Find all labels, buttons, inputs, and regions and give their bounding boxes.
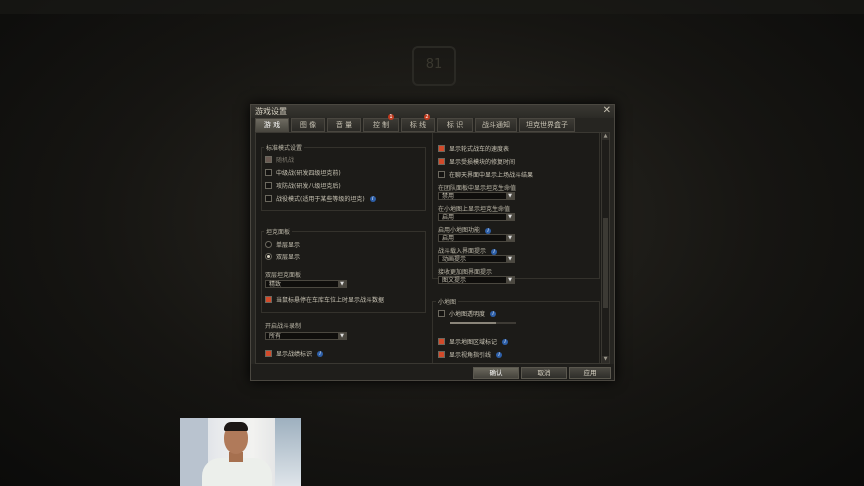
team-panel-hp-label: 在团队面板中显示坦克生命值 bbox=[438, 185, 517, 192]
minimap-hp-label: 在小地图上显示坦克生命值 bbox=[438, 206, 511, 213]
checkbox-chat-battle-result[interactable]: 在聊天界面中显示上场战斗结果 bbox=[438, 170, 533, 179]
std-mode-title: 标准模式设置 bbox=[264, 143, 305, 152]
battle-record-label: 开启战斗录制 bbox=[265, 323, 302, 330]
webcam-person-body bbox=[202, 458, 272, 486]
checkbox[interactable] bbox=[438, 338, 445, 345]
info-icon[interactable]: i bbox=[502, 338, 509, 345]
checkbox[interactable] bbox=[438, 171, 445, 178]
radio-single-panel[interactable]: 单层显示 bbox=[265, 240, 300, 249]
checkbox-map-zone-markers[interactable]: 显示地图区域标记 i bbox=[438, 337, 509, 346]
dialog-titlebar: 游戏设置 ✕ bbox=[251, 105, 614, 118]
chevron-down-icon: ▼ bbox=[506, 277, 514, 284]
checkbox[interactable] bbox=[265, 182, 272, 189]
webcam-shelf bbox=[275, 418, 301, 486]
minimap-opacity-slider[interactable] bbox=[450, 322, 516, 324]
loading-hint-select[interactable]: 动画提示 ▼ bbox=[438, 255, 515, 263]
scroll-up-icon[interactable]: ▲ bbox=[602, 133, 609, 140]
checkbox-mid-battle[interactable]: 中级战(研发四级坦克前) bbox=[265, 168, 341, 177]
checkbox-random-battle: 随机战 bbox=[265, 155, 294, 164]
tank-panel-title: 坦克面板 bbox=[264, 227, 293, 236]
minimap-title: 小地图 bbox=[436, 297, 459, 306]
checkbox-wheeled-speedometer[interactable]: 显示轮式战车的速度表 bbox=[438, 144, 509, 153]
bg-top-strip bbox=[0, 0, 864, 14]
checkbox[interactable] bbox=[438, 145, 445, 152]
tab-wot-box[interactable]: 坦克世界盒子 bbox=[519, 118, 575, 132]
double-panel-select[interactable]: 精致 ▼ bbox=[265, 280, 347, 288]
radio-double-panel[interactable]: 双层显示 bbox=[265, 252, 300, 261]
minimap-function-select[interactable]: 启用 ▼ bbox=[438, 234, 515, 242]
chevron-down-icon: ▼ bbox=[506, 193, 514, 200]
tab-battle-notifications[interactable]: 战斗通知 bbox=[475, 118, 517, 132]
bg-emblem: 81 bbox=[412, 46, 456, 86]
tab-controls[interactable]: 控 制1 bbox=[363, 114, 399, 132]
dialog-title: 游戏设置 bbox=[255, 107, 287, 116]
team-panel-hp-select[interactable]: 禁用 ▼ bbox=[438, 192, 515, 200]
info-icon[interactable]: i bbox=[490, 310, 497, 317]
tab-sound[interactable]: 音 量 bbox=[327, 118, 361, 132]
checkbox[interactable] bbox=[265, 350, 272, 357]
checkbox[interactable] bbox=[438, 158, 445, 165]
checkbox-battle-marks[interactable]: 显示战绩标识 i bbox=[265, 349, 324, 358]
battle-record-select[interactable]: 所有 ▼ bbox=[265, 332, 347, 340]
chevron-down-icon: ▼ bbox=[506, 235, 514, 242]
checkbox[interactable] bbox=[265, 169, 272, 176]
chevron-down-icon: ▼ bbox=[506, 256, 514, 263]
tab-graphics[interactable]: 图 像 bbox=[291, 118, 325, 132]
checkbox-repair-time[interactable]: 显示受损模块的修复时间 bbox=[438, 157, 515, 166]
info-icon[interactable]: i bbox=[496, 351, 503, 358]
minimap-hp-select[interactable]: 启用 ▼ bbox=[438, 213, 515, 221]
minimap-opacity-fill bbox=[450, 322, 497, 324]
webcam-person-hair bbox=[224, 422, 248, 431]
tab-reticle[interactable]: 标 线2 bbox=[401, 114, 435, 132]
chevron-down-icon: ▼ bbox=[338, 281, 346, 288]
apply-button[interactable]: 应用 bbox=[569, 367, 611, 379]
confirm-button[interactable]: 确认 bbox=[473, 367, 519, 379]
minimap-function-label: 启用小地图功能 i bbox=[438, 225, 492, 234]
checkbox-minimap-opacity[interactable]: 小地图透明度 i bbox=[438, 309, 497, 318]
scroll-down-icon[interactable]: ▼ bbox=[602, 356, 609, 363]
tab-game[interactable]: 游 戏 bbox=[255, 118, 289, 132]
radio-button[interactable] bbox=[265, 241, 272, 248]
info-icon[interactable]: i bbox=[369, 195, 376, 202]
double-panel-label: 双层坦克面板 bbox=[265, 272, 302, 279]
checkbox-campaign-mode[interactable]: 战役模式(适用于某些等级的坦克) i bbox=[265, 194, 376, 203]
dialog-footer: 确认 取消 应用 bbox=[251, 364, 614, 380]
settings-scrollbar[interactable]: ▲ ▼ bbox=[601, 132, 610, 364]
chevron-down-icon: ▼ bbox=[506, 214, 514, 221]
receive-hint-select[interactable]: 图文提示 ▼ bbox=[438, 276, 515, 284]
scrollbar-thumb[interactable] bbox=[603, 218, 608, 308]
receive-hint-label: 接收更加图界面提示 bbox=[438, 269, 493, 276]
close-icon[interactable]: ✕ bbox=[603, 105, 611, 117]
info-icon[interactable]: i bbox=[317, 350, 324, 357]
cancel-button[interactable]: 取消 bbox=[521, 367, 567, 379]
notification-badge: 1 bbox=[388, 114, 394, 120]
tab-bar: 游 戏 图 像 音 量 控 制1 标 线2 标 识 战斗通知 坦克世界盒子 bbox=[255, 114, 610, 132]
checkbox[interactable] bbox=[438, 351, 445, 358]
checkbox-assault-battle[interactable]: 攻防战(研发八级坦克后) bbox=[265, 181, 341, 190]
checkbox[interactable] bbox=[438, 310, 445, 317]
checkbox-hover-stats[interactable]: 当鼠标悬停在车库车位上时显示战斗数据 bbox=[265, 295, 384, 304]
checkbox[interactable] bbox=[265, 296, 272, 303]
checkbox-view-guide-lines[interactable]: 显示视角指引线 i bbox=[438, 350, 503, 359]
checkbox bbox=[265, 156, 272, 163]
checkbox[interactable] bbox=[265, 195, 272, 202]
chevron-down-icon: ▼ bbox=[338, 333, 346, 340]
radio-button[interactable] bbox=[265, 253, 272, 260]
webcam-overlay bbox=[180, 418, 301, 486]
tab-markers[interactable]: 标 识 bbox=[437, 118, 473, 132]
settings-dialog: 游戏设置 ✕ 游 戏 图 像 音 量 控 制1 标 线2 标 识 战斗通知 坦克… bbox=[250, 104, 615, 381]
loading-hint-label: 战斗载入界面提示 i bbox=[438, 246, 498, 255]
notification-badge: 2 bbox=[424, 114, 430, 120]
settings-panel: 标准模式设置 随机战 中级战(研发四级坦克前) 攻防战(研发八级坦克后) 战役模… bbox=[255, 132, 603, 364]
